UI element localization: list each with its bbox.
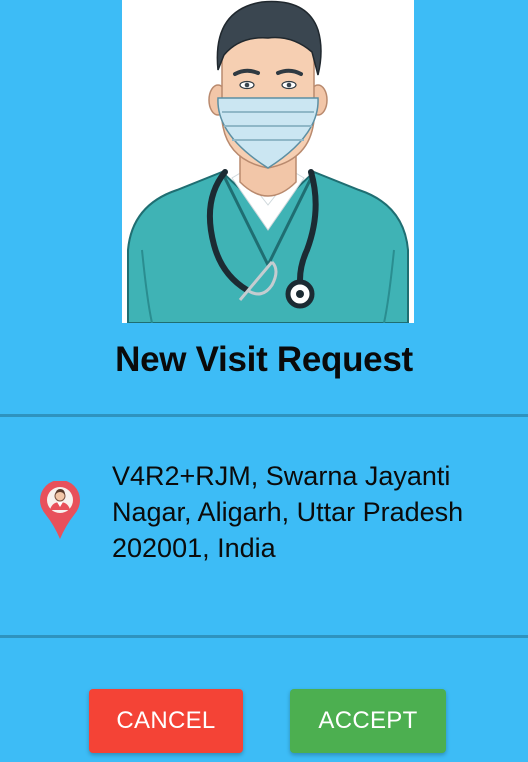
location-pin-icon	[40, 480, 80, 541]
doctor-illustration	[122, 0, 414, 323]
cancel-button[interactable]: CANCEL	[89, 689, 243, 753]
doctor-icon	[127, 0, 409, 323]
accept-button[interactable]: ACCEPT	[290, 689, 446, 753]
address-text: V4R2+RJM, Swarna Jayanti Nagar, Aligarh,…	[112, 461, 464, 563]
divider	[0, 414, 528, 417]
page-title: New Visit Request	[115, 340, 413, 379]
divider	[0, 635, 528, 638]
